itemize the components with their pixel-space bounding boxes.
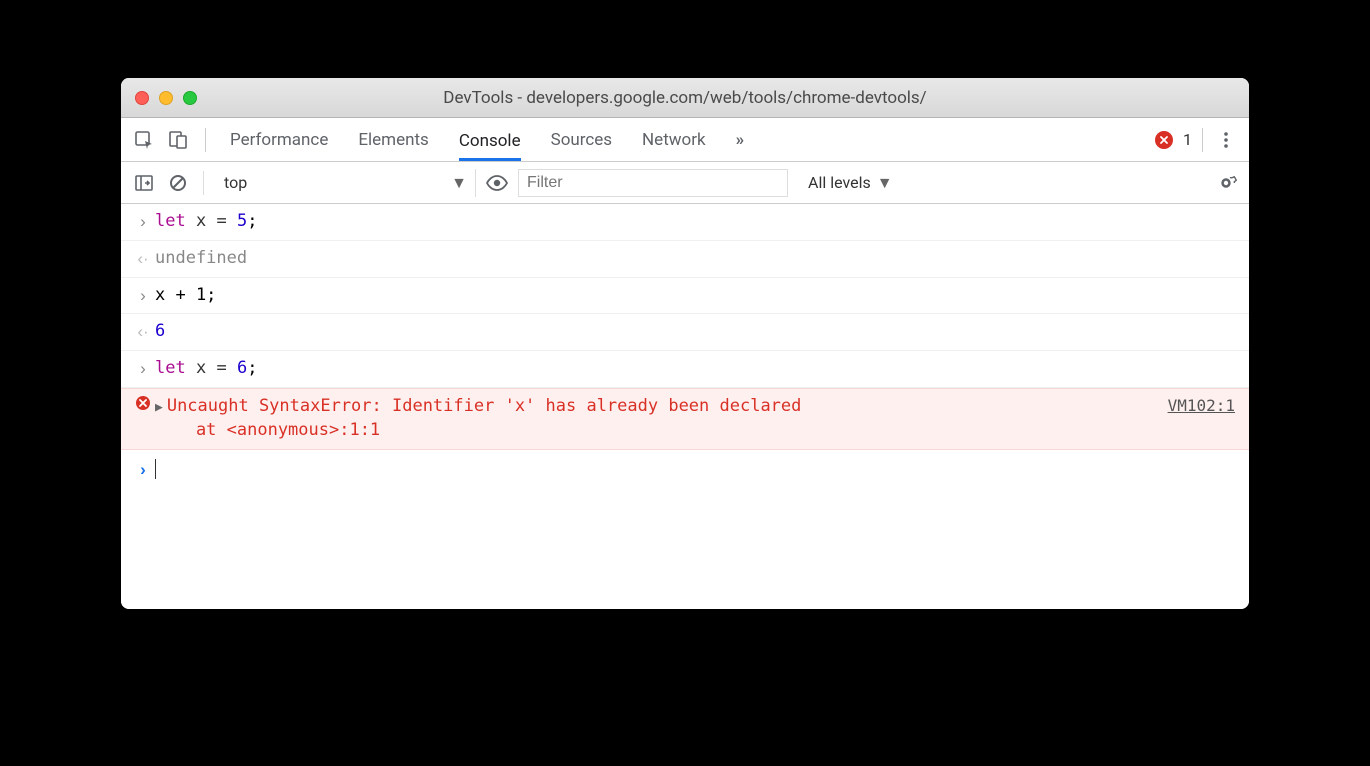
text-cursor [155, 459, 156, 479]
console-prompt-row[interactable]: › [121, 450, 1249, 490]
tabs-overflow[interactable]: » [736, 120, 745, 160]
prompt-caret-icon: › [131, 458, 155, 482]
console-code: let x = 5; [155, 210, 1235, 234]
console-code: x + 1; [155, 284, 1235, 308]
tab-performance[interactable]: Performance [230, 120, 328, 160]
input-caret-icon: › [131, 284, 155, 308]
expand-triangle-icon[interactable]: ▶ [155, 400, 163, 415]
log-levels-label: All levels [808, 173, 871, 192]
close-window-button[interactable] [135, 91, 149, 105]
console-error-row: ▶Uncaught SyntaxError: Identifier 'x' ha… [121, 388, 1249, 450]
kebab-menu-icon[interactable] [1213, 127, 1239, 153]
window-title: DevTools - developers.google.com/web/too… [121, 88, 1249, 108]
output-caret-icon: ‹· [131, 320, 155, 344]
toggle-sidebar-icon[interactable] [131, 170, 157, 196]
error-count[interactable]: 1 [1183, 130, 1192, 149]
tab-console[interactable]: Console [459, 121, 521, 161]
console-input-row: › let x = 5; [121, 204, 1249, 241]
toolbar-divider [205, 128, 206, 152]
panel-tabs: Performance Elements Console Sources Net… [230, 120, 1147, 160]
subbar-sep [203, 171, 204, 195]
tab-network[interactable]: Network [642, 120, 706, 160]
titlebar: DevTools - developers.google.com/web/too… [121, 78, 1249, 118]
output-caret-icon: ‹· [131, 247, 155, 271]
chevron-down-icon: ▼ [877, 173, 893, 193]
execution-context-label: top [224, 173, 247, 192]
input-caret-icon: › [131, 210, 155, 234]
device-toolbar-icon[interactable] [165, 127, 191, 153]
traffic-lights [135, 91, 197, 105]
console-output-row: ‹· undefined [121, 241, 1249, 278]
minimize-window-button[interactable] [159, 91, 173, 105]
chevron-down-icon: ▼ [451, 173, 467, 193]
filter-input[interactable] [518, 169, 788, 197]
console-result: 6 [155, 320, 1235, 344]
execution-context-select[interactable]: top ▼ [216, 169, 476, 197]
zoom-window-button[interactable] [183, 91, 197, 105]
console-code: let x = 6; [155, 357, 1235, 381]
console-result: undefined [155, 247, 1235, 271]
console-output: › let x = 5; ‹· undefined › x + 1; ‹· 6 … [121, 204, 1249, 609]
console-input-row: › x + 1; [121, 278, 1249, 315]
error-source-link[interactable]: VM102:1 [1148, 395, 1235, 417]
console-subbar: top ▼ All levels ▼ [121, 162, 1249, 204]
inspect-element-icon[interactable] [131, 127, 157, 153]
tab-elements[interactable]: Elements [358, 120, 428, 160]
error-badge-icon[interactable] [1155, 131, 1173, 149]
console-settings-icon[interactable] [1213, 170, 1239, 196]
error-icon [131, 395, 155, 411]
log-levels-select[interactable]: All levels ▼ [796, 173, 893, 193]
clear-console-icon[interactable] [165, 170, 191, 196]
toolbar-right: 1 [1155, 127, 1239, 153]
error-message[interactable]: ▶Uncaught SyntaxError: Identifier 'x' ha… [155, 395, 1148, 443]
input-caret-icon: › [131, 357, 155, 381]
devtools-window: DevTools - developers.google.com/web/too… [121, 78, 1249, 609]
tab-sources[interactable]: Sources [551, 120, 612, 160]
main-toolbar: Performance Elements Console Sources Net… [121, 118, 1249, 162]
console-output-row: ‹· 6 [121, 314, 1249, 351]
live-expression-icon[interactable] [484, 170, 510, 196]
toolbar-sep [1202, 128, 1203, 152]
console-input-row: › let x = 6; [121, 351, 1249, 388]
